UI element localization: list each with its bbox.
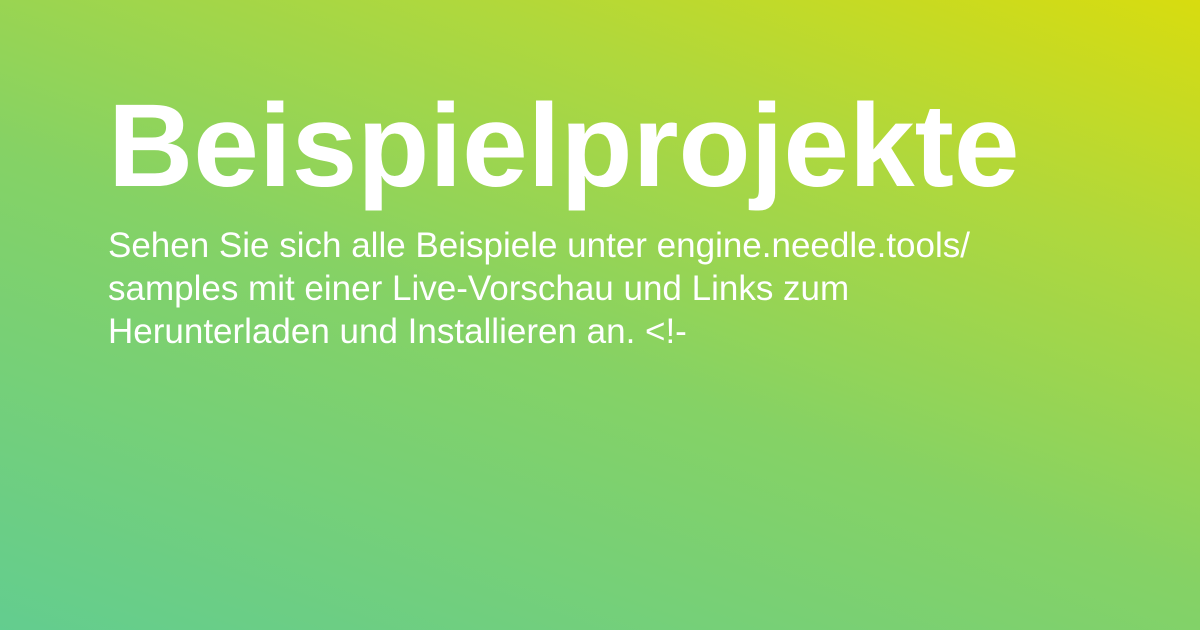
card-content: Beispielprojekte Sehen Sie sich alle Bei… [108, 78, 1068, 353]
social-preview-card: Beispielprojekte Sehen Sie sich alle Bei… [0, 0, 1200, 630]
page-description: Sehen Sie sich alle Beispiele unter engi… [108, 226, 970, 351]
page-title: Beispielprojekte [108, 80, 1020, 212]
